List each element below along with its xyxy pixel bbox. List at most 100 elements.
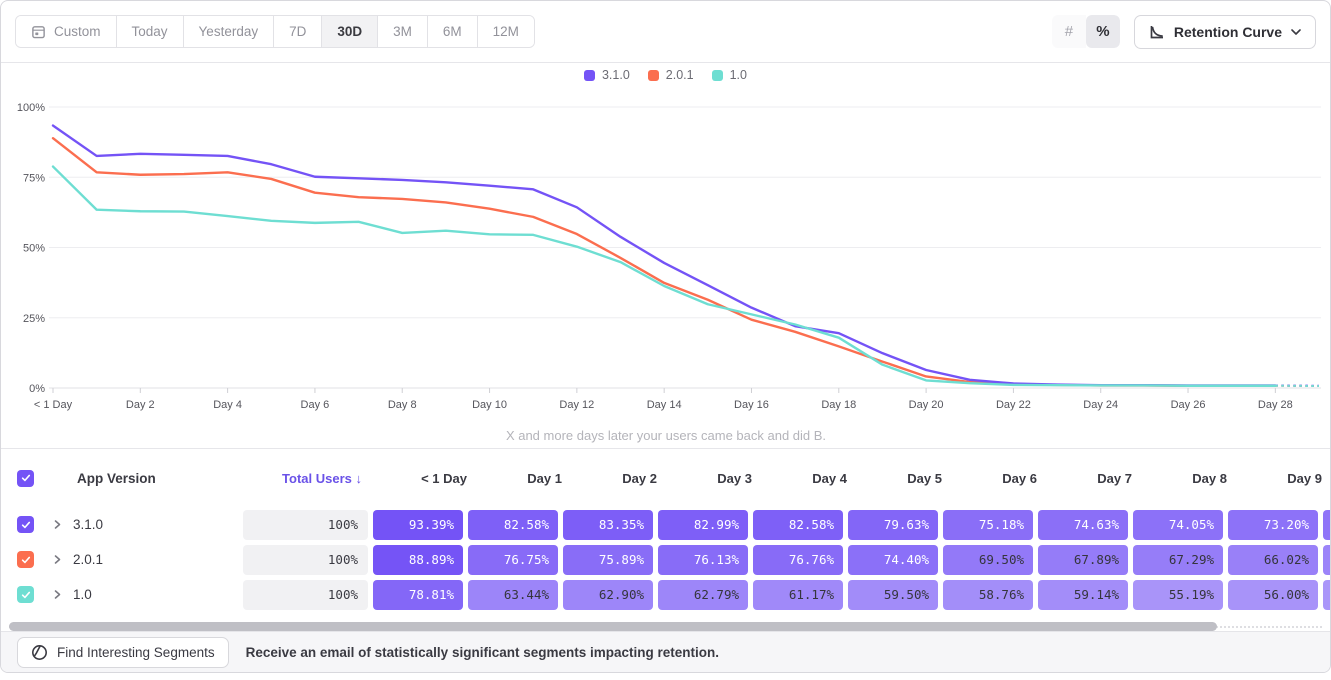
- date-range-7d[interactable]: 7D: [274, 16, 322, 47]
- row-checkbox-3.1.0[interactable]: [17, 516, 34, 533]
- x-axis-label: Day 22: [996, 399, 1031, 411]
- date-range-label: Today: [132, 24, 168, 39]
- date-range-custom[interactable]: Custom: [16, 16, 117, 47]
- x-axis-label: Day 2: [126, 399, 155, 411]
- x-axis-label: Day 8: [388, 399, 417, 411]
- retention-cell[interactable]: 82.99%: [658, 510, 748, 540]
- total-users-header[interactable]: Total Users ↓: [255, 471, 380, 486]
- retention-cell[interactable]: 74.63%: [1038, 510, 1128, 540]
- total-users-cell: 100%: [243, 580, 368, 610]
- retention-cell[interactable]: 62.79%: [658, 580, 748, 610]
- retention-cell[interactable]: 73.20%: [1228, 510, 1318, 540]
- retention-cell[interactable]: 88.89%: [373, 545, 463, 575]
- x-axis-label: Day 12: [559, 399, 594, 411]
- x-axis-label: Day 18: [821, 399, 856, 411]
- retention-table: App Version Total Users ↓ < 1 DayDay 1Da…: [1, 448, 1330, 612]
- retention-cell[interactable]: 93.39%: [373, 510, 463, 540]
- day-column-header: Day 4: [765, 471, 855, 486]
- row-checkbox-1.0[interactable]: [17, 586, 34, 603]
- retention-cell[interactable]: 76.76%: [753, 545, 843, 575]
- find-interesting-segments-button[interactable]: Find Interesting Segments: [17, 637, 229, 668]
- table-row-1.0: 1.0100%78.81%63.44%62.90%62.79%61.17%59.…: [1, 577, 1330, 612]
- date-range-12m[interactable]: 12M: [478, 16, 534, 47]
- retention-cell[interactable]: 59.50%: [848, 580, 938, 610]
- retention-cell[interactable]: 62.90%: [563, 580, 653, 610]
- app-version-name: 1.0: [73, 587, 243, 602]
- calendar-icon: [31, 24, 46, 39]
- retention-cell[interactable]: 75.18%: [943, 510, 1033, 540]
- y-axis-label: 100%: [17, 102, 45, 114]
- retention-cell[interactable]: 76.13%: [658, 545, 748, 575]
- retention-cell[interactable]: 67.29%: [1133, 545, 1223, 575]
- number-format-button[interactable]: #: [1052, 15, 1086, 48]
- day-column-header: Day 7: [1050, 471, 1140, 486]
- x-axis-label: Day 28: [1258, 399, 1293, 411]
- day-column-header: Day 6: [955, 471, 1045, 486]
- retention-cell[interactable]: 55.19%: [1133, 580, 1223, 610]
- expand-chevron-icon[interactable]: [51, 588, 73, 601]
- date-range-label: Yesterday: [199, 24, 259, 39]
- segments-icon: [31, 644, 48, 661]
- day-headers: < 1 DayDay 1Day 2Day 3Day 4Day 5Day 6Day…: [380, 471, 1330, 486]
- retention-curve-icon: [1149, 24, 1165, 40]
- x-axis-label: Day 16: [734, 399, 769, 411]
- retention-cell[interactable]: 74.05%: [1133, 510, 1223, 540]
- toolbar: Custom Today Yesterday 7D 30D 3M 6M 12M # % Ret…: [1, 1, 1330, 63]
- retention-cell[interactable]: 63.44%: [468, 580, 558, 610]
- retention-cell[interactable]: 59.14%: [1038, 580, 1128, 610]
- horizontal-scrollbar-thumb[interactable]: [9, 622, 1217, 631]
- retention-cell[interactable]: 78.81%: [373, 580, 463, 610]
- retention-report-panel: Custom Today Yesterday 7D 30D 3M 6M 12M # % Ret…: [0, 0, 1331, 673]
- expand-chevron-icon[interactable]: [51, 518, 73, 531]
- retention-cell[interactable]: 56.00%: [1228, 580, 1318, 610]
- total-users-cell: 100%: [243, 510, 368, 540]
- date-range-label: 3M: [393, 24, 412, 39]
- retention-cell[interactable]: 69.50%: [943, 545, 1033, 575]
- app-version-name: 2.0.1: [73, 552, 243, 567]
- date-range-today[interactable]: Today: [117, 16, 184, 47]
- report-type-label: Retention Curve: [1174, 24, 1282, 40]
- date-range-picker: Custom Today Yesterday 7D 30D 3M 6M 12M: [15, 15, 535, 48]
- table-body: 3.1.0100%93.39%82.58%83.35%82.99%82.58%7…: [1, 507, 1330, 612]
- value-format-toggle: # %: [1052, 15, 1120, 48]
- x-axis-label: Day 6: [301, 399, 330, 411]
- retention-cell[interactable]: 83.35%: [563, 510, 653, 540]
- date-range-yesterday[interactable]: Yesterday: [184, 16, 275, 47]
- x-axis-label: Day 20: [909, 399, 944, 411]
- x-axis-label: < 1 Day: [34, 399, 73, 411]
- date-range-6m[interactable]: 6M: [428, 16, 478, 47]
- retention-cell[interactable]: 75.89%: [563, 545, 653, 575]
- retention-chart: 0%25%50%75%100%< 1 DayDay 2Day 4Day 6Day…: [1, 77, 1331, 447]
- retention-cell-partial: [1323, 580, 1330, 610]
- y-axis-label: 25%: [23, 313, 45, 325]
- day-column-header: Day 3: [670, 471, 760, 486]
- x-axis-label: Day 24: [1083, 399, 1118, 411]
- day-column-header: Day 2: [575, 471, 665, 486]
- x-axis-label: Day 14: [647, 399, 682, 411]
- retention-cell[interactable]: 61.17%: [753, 580, 843, 610]
- day-column-header: Day 9: [1240, 471, 1330, 486]
- retention-cell[interactable]: 82.58%: [753, 510, 843, 540]
- retention-cell[interactable]: 82.58%: [468, 510, 558, 540]
- row-checkbox-2.0.1[interactable]: [17, 551, 34, 568]
- retention-cell[interactable]: 79.63%: [848, 510, 938, 540]
- series-line-1.0: [53, 167, 1275, 386]
- date-range-label: 30D: [337, 24, 362, 39]
- retention-cell[interactable]: 66.02%: [1228, 545, 1318, 575]
- percent-format-button[interactable]: %: [1086, 15, 1120, 48]
- retention-cell[interactable]: 67.89%: [1038, 545, 1128, 575]
- report-type-dropdown[interactable]: Retention Curve: [1134, 15, 1316, 49]
- retention-cell[interactable]: 74.40%: [848, 545, 938, 575]
- date-range-3m[interactable]: 3M: [378, 16, 428, 47]
- date-range-label: 6M: [443, 24, 462, 39]
- retention-cell[interactable]: 58.76%: [943, 580, 1033, 610]
- expand-chevron-icon[interactable]: [51, 553, 73, 566]
- date-range-label: 12M: [493, 24, 519, 39]
- app-version-header: App Version: [21, 471, 255, 486]
- retention-cell[interactable]: 76.75%: [468, 545, 558, 575]
- series-line-3.1.0: [53, 126, 1275, 386]
- table-row-3.1.0: 3.1.0100%93.39%82.58%83.35%82.99%82.58%7…: [1, 507, 1330, 542]
- date-range-30d[interactable]: 30D: [322, 16, 378, 47]
- horizontal-scrollbar-track: [9, 622, 1322, 631]
- app-version-name: 3.1.0: [73, 517, 243, 532]
